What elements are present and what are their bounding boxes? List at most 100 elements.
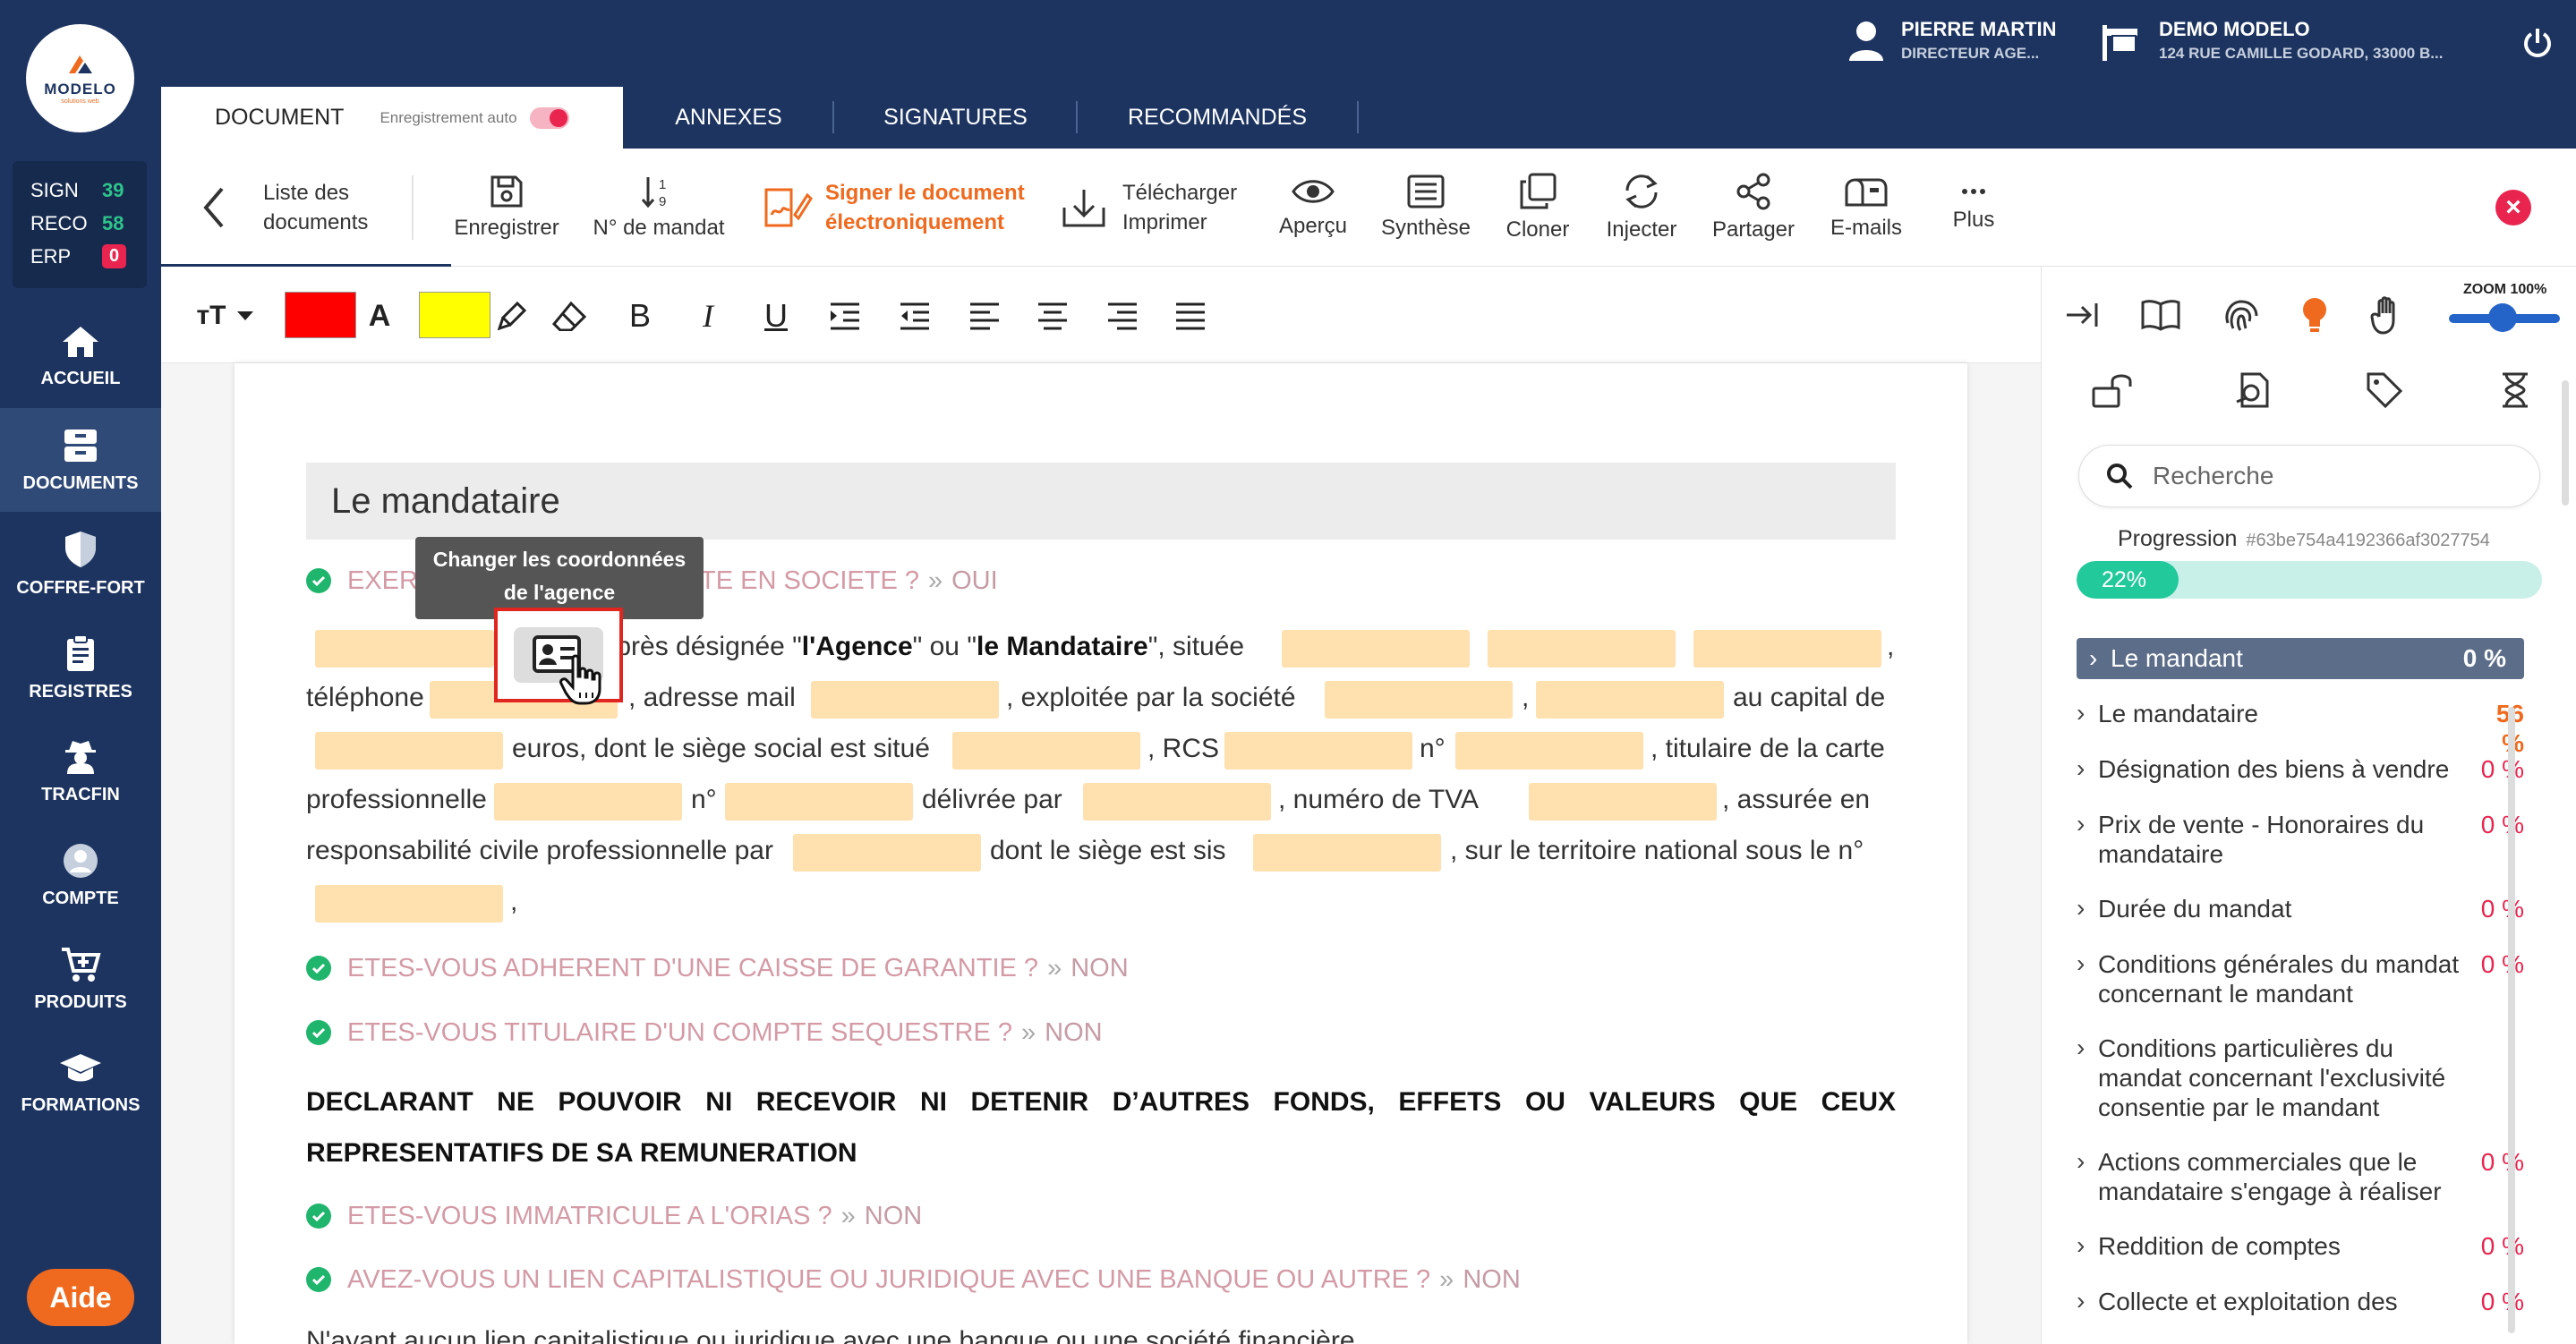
postcode-field[interactable] [1488,630,1676,668]
rcs-number-field[interactable] [1455,732,1643,770]
section-item[interactable]: › Désignation des biens à vendre 0 % [2077,754,2524,784]
section-item[interactable]: › Durée du mandat 0 % [2077,894,2524,923]
emails-button[interactable]: E-mails [1817,149,1915,267]
highlight-color-swatch[interactable] [419,292,490,338]
share-button[interactable]: Partager [1701,149,1806,267]
counter-sign[interactable]: SIGN 39 [30,174,147,207]
section-item[interactable]: › Reddition de comptes 0 % [2077,1231,2524,1261]
collapse-panel-icon[interactable] [2055,288,2109,342]
hand-icon[interactable] [2361,288,2415,342]
question-compte-sequestre[interactable]: ETES-VOUS TITULAIRE D'UN COMPTE SEQUESTR… [306,1015,1103,1051]
power-icon[interactable] [2522,27,2553,59]
address-field[interactable] [1282,630,1470,668]
align-justify-icon[interactable] [1173,295,1208,336]
clone-button[interactable]: Cloner [1491,149,1584,267]
email-field[interactable] [811,681,999,719]
card-issuer-field[interactable] [1083,783,1271,821]
rcs-field[interactable] [1224,732,1412,770]
user-avatar-icon[interactable] [1847,20,1885,63]
more-button[interactable]: Plus [1933,149,2014,267]
progress-value: 22% [2102,566,2147,592]
panel-scrollbar[interactable] [2562,380,2569,506]
sections-scrollbar[interactable] [2508,707,2515,1333]
font-size-dropdown[interactable]: ᴛT [190,295,261,336]
tab-document[interactable]: DOCUMENT Enregistrement auto [161,87,623,149]
nav-tracfin[interactable]: TRACFIN [0,719,161,823]
eraser-icon[interactable] [550,295,589,336]
city-field[interactable] [1693,630,1881,668]
question-orias[interactable]: ETES-VOUS IMMATRICULE A L'ORIAS ? » NON [306,1198,922,1234]
text-color-swatch[interactable] [285,292,356,338]
tab-signatures[interactable]: SIGNATURES [850,87,1061,149]
italic-button[interactable]: I [689,295,727,336]
hourglass-icon[interactable] [2488,363,2542,417]
counter-erp[interactable]: ERP 0 [30,240,147,273]
section-pct: 0 % [2480,1148,2524,1176]
card-number-field[interactable] [725,783,913,821]
autosave-toggle[interactable] [529,106,569,129]
agency-name-field[interactable] [315,630,494,668]
lightbulb-icon[interactable] [2288,288,2341,342]
section-item[interactable]: › Collecte et exploitation des 0 % [2077,1287,2524,1316]
tab-annexes[interactable]: ANNEXES [639,87,818,149]
nav-label: DOCUMENTS [22,472,139,493]
policy-number-field[interactable] [315,885,503,923]
sign-electronic-button[interactable]: Signer le document électroniquement [763,149,1031,267]
section-item[interactable]: › Conditions générales du mandat concerna… [2077,949,2524,1008]
back-to-list-button[interactable]: Liste des documents [200,149,415,267]
align-left-icon[interactable] [967,295,1002,336]
search-input[interactable] [2153,462,2511,490]
insurer-field[interactable] [793,834,981,872]
tab-recommandes[interactable]: RECOMMANDÉS [1092,87,1343,149]
book-icon[interactable] [2134,288,2188,342]
outdent-icon[interactable] [897,295,933,336]
text-color-icon[interactable]: A [363,295,396,336]
nav-produits[interactable]: PRODUITS [0,927,161,1031]
save-button[interactable]: Enregistrer [444,149,569,267]
capital-field[interactable] [315,732,503,770]
mandate-number-button[interactable]: 19 N° de mandat [587,149,730,267]
section-item[interactable]: › Le mandataire 56 % [2077,699,2524,758]
tag-icon[interactable] [2358,363,2411,417]
agency-icon[interactable] [2100,23,2141,63]
head-office-field[interactable] [952,732,1140,770]
vat-field[interactable] [1529,783,1717,821]
nav-formations[interactable]: FORMATIONS [0,1031,161,1135]
underline-button[interactable]: U [757,295,795,336]
user-info[interactable]: PIERRE MARTIN DIRECTEUR AGE... [1901,18,2057,63]
zoom-slider-handle[interactable] [2488,303,2517,332]
section-item[interactable]: › Actions commerciales que le mandataire … [2077,1147,2524,1206]
company-field[interactable] [1325,681,1513,719]
nav-documents[interactable]: DOCUMENTS [0,408,161,512]
close-icon[interactable]: × [2495,190,2531,225]
counter-reco[interactable]: RECO 58 [30,207,147,240]
agency-info[interactable]: DEMO MODELO 124 RUE CAMILLE GODARD, 3300… [2159,18,2443,63]
section-item[interactable]: › Conditions particulières du mandat conc… [2077,1034,2524,1122]
search-box[interactable] [2078,445,2540,507]
download-print-button[interactable]: Télécharger Imprimer [1062,149,1267,267]
fingerprint-icon[interactable] [2214,288,2268,342]
align-center-icon[interactable] [1035,295,1070,336]
nav-accueil[interactable]: ACCUEIL [0,304,161,408]
section-item[interactable]: › Prix de vente - Honoraires du mandatair… [2077,810,2524,869]
indent-icon[interactable] [827,295,863,336]
section-item-active[interactable]: › Le mandant 0 % [2077,638,2524,679]
nav-compte[interactable]: COMPTE [0,823,161,927]
synthese-button[interactable]: Synthèse [1373,149,1479,267]
document-search-icon[interactable] [2225,363,2279,417]
highlighter-icon[interactable] [494,295,530,336]
nav-coffre-fort[interactable]: COFFRE-FORT [0,512,161,616]
align-right-icon[interactable] [1105,295,1140,336]
legal-form-field[interactable] [1536,681,1724,719]
help-button[interactable]: Aide [27,1269,134,1326]
inject-button[interactable]: Injecter [1595,149,1688,267]
insurer-address-field[interactable] [1253,834,1441,872]
preview-button[interactable]: Aperçu [1266,149,1361,267]
logo[interactable]: MODELO solutions web [26,24,134,132]
question-caisse-garantie[interactable]: ETES-VOUS ADHERENT D'UNE CAISSE DE GARAN… [306,950,1129,986]
question-lien-banque[interactable]: AVEZ-VOUS UN LIEN CAPITALISTIQUE OU JURI… [306,1262,1521,1297]
card-type-field[interactable] [494,783,682,821]
nav-registres[interactable]: REGISTRES [0,616,161,719]
bold-button[interactable]: B [621,295,659,336]
unlock-icon[interactable] [2087,363,2141,417]
